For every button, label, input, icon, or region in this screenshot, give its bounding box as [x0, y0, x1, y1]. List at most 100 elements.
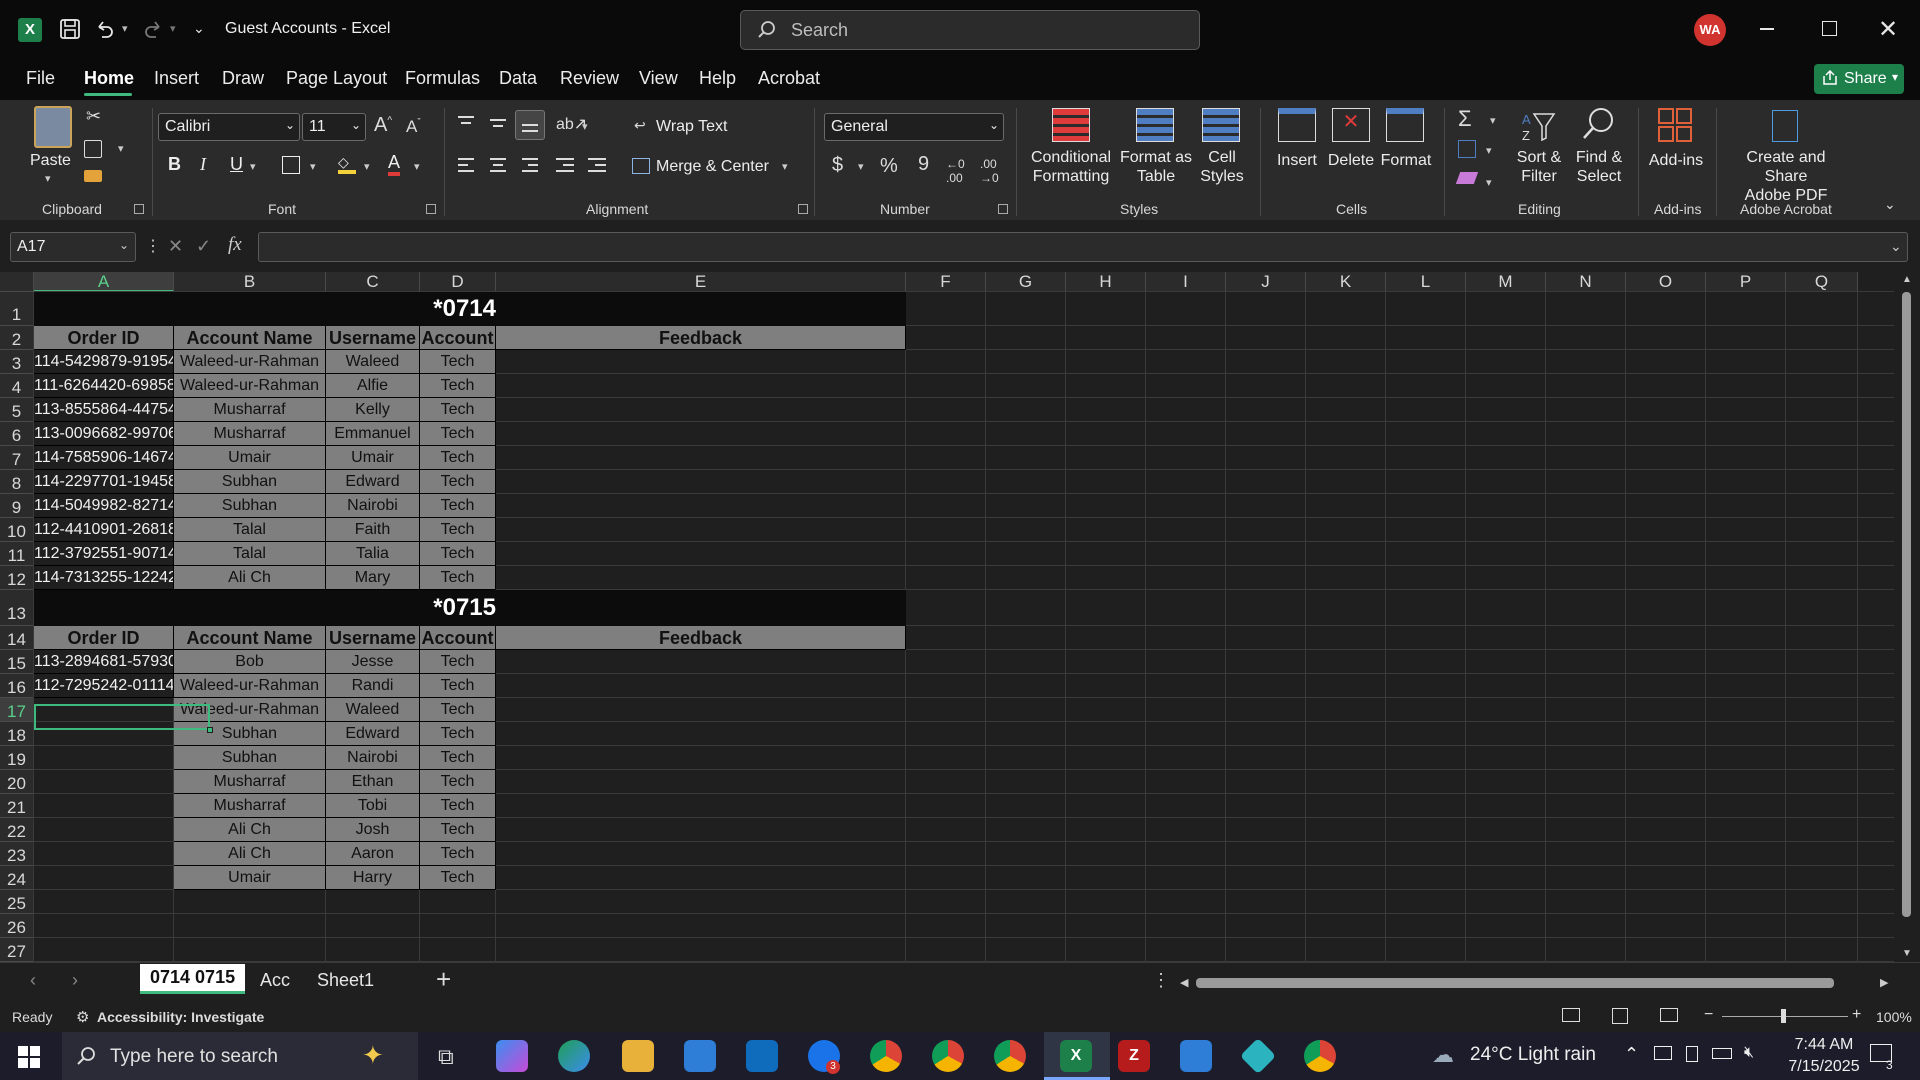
delete-cells-label[interactable]: Delete	[1325, 151, 1377, 170]
menu-help[interactable]: Help	[699, 68, 736, 89]
data-cell[interactable]: Tech	[420, 542, 496, 566]
scroll-right-icon[interactable]: ▶	[1880, 976, 1888, 989]
data-cell[interactable]: 112-7295242-0111418	[34, 674, 174, 698]
data-cell[interactable]: Talal	[174, 542, 326, 566]
autosum-dropdown-icon[interactable]: ▾	[1490, 114, 1496, 127]
data-cell[interactable]: 113-2894681-5793053	[34, 650, 174, 674]
confirm-entry-icon[interactable]: ✓	[196, 236, 211, 257]
tab-0714-0715[interactable]: 0714 0715	[140, 964, 246, 994]
zoom-slider-thumb[interactable]	[1781, 1009, 1786, 1023]
paste-label[interactable]: Paste	[30, 151, 71, 170]
taskbar-time[interactable]: 7:44 AM	[1784, 1036, 1864, 1054]
column-header-h[interactable]: H	[1066, 272, 1146, 292]
fill-icon[interactable]	[1458, 140, 1476, 158]
row-header-23[interactable]: 23	[0, 842, 34, 866]
chrome-profile-3-icon[interactable]	[994, 1040, 1026, 1072]
add-ins-label[interactable]: Add-ins	[1646, 151, 1706, 170]
row-header-16[interactable]: 16	[0, 674, 34, 698]
row-header-8[interactable]: 8	[0, 470, 34, 494]
data-cell[interactable]: Tech	[420, 818, 496, 842]
weather-text[interactable]: 24°C Light rain	[1470, 1044, 1596, 1066]
accounting-format-icon[interactable]: $	[832, 154, 843, 177]
data-cell[interactable]: 113-8555864-4475422	[34, 398, 174, 422]
data-cell[interactable]: Subhan	[174, 746, 326, 770]
calculator-icon[interactable]	[1180, 1040, 1212, 1072]
excel-taskbar-icon[interactable]: X	[1060, 1040, 1092, 1072]
save-icon[interactable]	[58, 17, 82, 41]
header-cell[interactable]: Account Name	[174, 626, 326, 650]
insert-function-icon[interactable]: fx	[228, 234, 242, 256]
header-cell[interactable]: Order ID	[34, 626, 174, 650]
taskbar-date[interactable]: 7/15/2025	[1784, 1058, 1864, 1076]
data-cell[interactable]: Umair	[174, 866, 326, 890]
row-header-4[interactable]: 4	[0, 374, 34, 398]
row-header-2[interactable]: 2	[0, 326, 34, 350]
clear-dropdown-icon[interactable]: ▾	[1486, 176, 1492, 189]
show-hidden-icons-icon[interactable]: ⌃	[1624, 1044, 1639, 1065]
conditional-formatting-button[interactable]: Conditional Formatting	[1026, 148, 1116, 186]
orientation-dropdown-icon[interactable]: ▾	[582, 120, 588, 133]
font-name-select[interactable]: Calibri ⌄	[158, 113, 300, 141]
menu-file[interactable]: File	[26, 68, 55, 89]
active-cell-a17[interactable]	[34, 704, 210, 730]
wrap-text-label[interactable]: Wrap Text	[656, 117, 727, 136]
redo-dropdown-icon[interactable]: ▾	[170, 22, 176, 35]
increase-font-size-icon[interactable]: A^	[374, 114, 392, 137]
collapse-ribbon-icon[interactable]: ⌄	[1884, 196, 1896, 213]
zoom-out-icon[interactable]: −	[1704, 1006, 1713, 1024]
data-cell[interactable]: Tech	[420, 518, 496, 542]
decrease-font-size-icon[interactable]: Aˇ	[406, 117, 421, 137]
more-sheets-icon[interactable]: ⋮	[1152, 970, 1170, 991]
column-header-p[interactable]: P	[1706, 272, 1786, 292]
windows-start-icon[interactable]	[18, 1046, 40, 1068]
copy-dropdown-icon[interactable]: ▾	[118, 142, 124, 155]
accounting-dropdown-icon[interactable]: ▾	[858, 160, 864, 173]
format-as-table-icon[interactable]	[1136, 108, 1174, 142]
banner-block1[interactable]: *0714	[34, 292, 906, 326]
format-as-table-button[interactable]: Format as Table	[1116, 148, 1196, 186]
data-cell[interactable]: Tech	[420, 350, 496, 374]
copy-icon[interactable]	[84, 140, 102, 158]
data-cell[interactable]: Tobi	[326, 794, 420, 818]
header-cell[interactable]: Account	[420, 326, 496, 350]
data-cell[interactable]: Ali Ch	[174, 818, 326, 842]
sort-filter-icon[interactable]: AZ	[1520, 108, 1556, 144]
column-header-n[interactable]: N	[1546, 272, 1626, 292]
create-pdf-icon[interactable]	[1772, 110, 1798, 142]
data-cell[interactable]: Harry	[326, 866, 420, 890]
formula-input[interactable]	[258, 232, 1908, 262]
row-header-21[interactable]: 21	[0, 794, 34, 818]
data-cell[interactable]: Waleed	[326, 698, 420, 722]
column-header-e[interactable]: E	[496, 272, 906, 292]
tab-sheet1[interactable]: Sheet1	[317, 970, 374, 991]
header-cell[interactable]: Username	[326, 326, 420, 350]
column-header-o[interactable]: O	[1626, 272, 1706, 292]
data-cell[interactable]: Tech	[420, 398, 496, 422]
menu-insert[interactable]: Insert	[154, 68, 199, 89]
menu-home[interactable]: Home	[84, 68, 134, 89]
underline-icon[interactable]: U	[230, 154, 243, 175]
data-cell[interactable]: Tech	[420, 770, 496, 794]
insert-cells-label[interactable]: Insert	[1272, 151, 1322, 170]
data-cell[interactable]: Tech	[420, 698, 496, 722]
data-cell[interactable]: Ali Ch	[174, 566, 326, 590]
row-header-24[interactable]: 24	[0, 866, 34, 890]
data-cell[interactable]: Jesse	[326, 650, 420, 674]
customize-toolbar-icon[interactable]: ⌄	[193, 20, 205, 37]
fill-color-dropdown-icon[interactable]: ▾	[364, 160, 370, 173]
column-header-k[interactable]: K	[1306, 272, 1386, 292]
data-cell[interactable]: Waleed	[326, 350, 420, 374]
data-cell[interactable]: Waleed-ur-Rahman	[174, 674, 326, 698]
format-cells-icon[interactable]	[1386, 108, 1424, 142]
data-cell[interactable]: Tech	[420, 446, 496, 470]
data-cell[interactable]: Aaron	[326, 842, 420, 866]
row-header-17[interactable]: 17	[0, 698, 34, 722]
column-header-q[interactable]: Q	[1786, 272, 1858, 292]
add-sheet-icon[interactable]: +	[436, 964, 451, 995]
borders-icon[interactable]	[282, 156, 300, 174]
normal-view-icon[interactable]	[1562, 1008, 1580, 1022]
data-cell[interactable]: Emmanuel	[326, 422, 420, 446]
delete-cells-icon[interactable]: ✕	[1332, 108, 1370, 142]
data-cell[interactable]: Ali Ch	[174, 842, 326, 866]
data-cell[interactable]: Tech	[420, 866, 496, 890]
